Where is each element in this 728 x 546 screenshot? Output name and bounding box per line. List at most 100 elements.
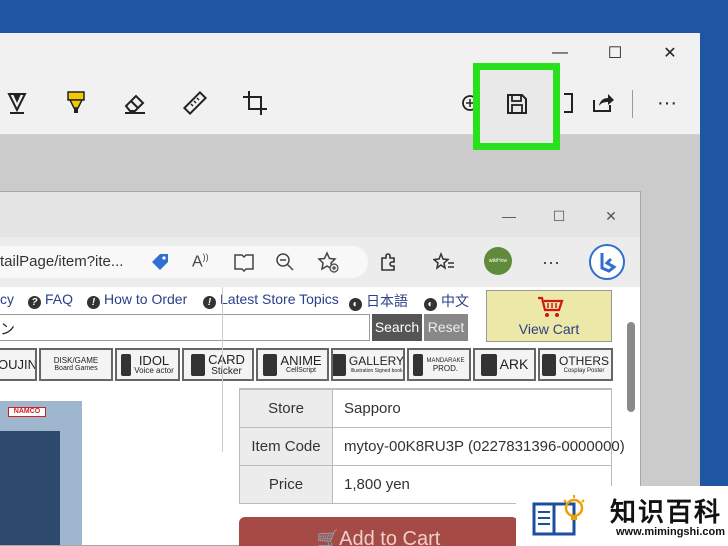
highlighter-icon[interactable] (61, 88, 91, 118)
category-mandarake-prod[interactable]: MANDARAKE PROD. (407, 348, 471, 381)
search-row: ン Search Reset (0, 312, 470, 344)
faq-label: FAQ (45, 291, 74, 307)
japanese-link[interactable]: ◐ 日本語 (349, 291, 408, 311)
price-tag-icon[interactable] (150, 252, 170, 277)
add-favorite-icon[interactable] (317, 251, 339, 278)
category-label: OTHERS (558, 353, 609, 368)
browser-maximize-button[interactable]: ☐ (547, 204, 571, 228)
category-doujin[interactable]: OUJIN (0, 348, 37, 381)
add-to-cart-button[interactable]: 🛒Add to Cart (239, 517, 518, 546)
extensions-icon[interactable] (376, 250, 400, 274)
immersive-reader-icon[interactable] (233, 252, 255, 277)
category-label: ANIME (280, 353, 322, 368)
bing-chat-icon[interactable] (589, 244, 625, 280)
japanese-label: 日本語 (366, 293, 408, 309)
help-icon: ? (28, 296, 41, 309)
toolbar-separator (632, 90, 633, 118)
category-gallery[interactable]: GALLERY Illustration Signed book (331, 348, 405, 381)
browser-close-button[interactable]: ✕ (599, 204, 623, 228)
category-label: DISK/GAME (53, 355, 99, 365)
chinese-link[interactable]: ◐ 中文 (424, 291, 469, 311)
globe-icon: ◐ (349, 298, 362, 311)
category-label: ARK (499, 356, 529, 372)
detail-row-item-code: Item Code mytoy-00K8RU3P (0227831396-000… (239, 428, 625, 466)
book-lightbulb-icon (530, 494, 588, 538)
product-logo: NAMCO (8, 407, 46, 417)
cart-icon: 🛒 (316, 529, 340, 546)
card-icon (191, 353, 206, 376)
info-icon: ! (87, 296, 100, 309)
category-label: OUJIN (0, 357, 37, 372)
category-card[interactable]: CARD Sticker (182, 348, 254, 381)
search-button[interactable]: Search (372, 314, 422, 341)
read-aloud-icon[interactable]: A)) (192, 252, 209, 271)
category-others[interactable]: OTHERS Cosplay Poster (538, 348, 613, 381)
content-divider (222, 287, 223, 452)
category-ark[interactable]: ARK (473, 348, 536, 381)
detail-row-store: Store Sapporo (239, 390, 612, 428)
how-to-order-link[interactable]: ! How to Order (87, 291, 187, 309)
watermark-url: www.mimingshi.com (616, 526, 725, 538)
more-options-button[interactable]: ··· (652, 88, 682, 118)
page-scrollbar[interactable] (627, 322, 635, 412)
category-sublabel: Cosplay Poster (563, 367, 605, 374)
browser-navbar: tailPage/item?ite... A)) wikiHow ··· (0, 237, 640, 287)
category-anime[interactable]: ANIME CellScript (256, 348, 329, 381)
ruler-icon[interactable] (180, 88, 210, 118)
browser-titlebar: — ☐ ✕ (0, 192, 640, 237)
url-text: tailPage/item?ite... (0, 253, 124, 270)
detail-label: Price (240, 466, 333, 503)
close-button[interactable]: ✕ (658, 41, 682, 65)
brush-icon (263, 353, 278, 376)
detail-value: 1,800 yen (344, 476, 410, 493)
watermark-title: 知识百科 (610, 498, 723, 528)
category-sublabel: Sticker (211, 365, 242, 377)
category-label: GALLERY (348, 354, 405, 368)
maximize-button[interactable]: ☐ (603, 41, 627, 65)
others-icon (541, 353, 556, 376)
watermark: 知识百科 www.mimingshi.com (516, 486, 728, 546)
info-icon: ! (203, 296, 216, 309)
ark-icon (480, 353, 497, 376)
browser-more-button[interactable]: ··· (539, 250, 563, 274)
detail-value: Sapporo (344, 400, 401, 417)
eraser-icon[interactable] (120, 88, 150, 118)
faq-link[interactable]: ? FAQ (28, 291, 73, 309)
policy-link[interactable]: cy (0, 291, 14, 307)
category-idol[interactable]: IDOL Voice actor (115, 348, 180, 381)
microphone-icon (121, 353, 132, 376)
category-sublabel: Voice actor (134, 366, 174, 375)
category-disk-game[interactable]: DISK/GAME Board Games (39, 348, 113, 381)
ballpoint-pen-icon[interactable] (2, 88, 32, 118)
crop-icon[interactable] (240, 88, 270, 118)
profile-avatar[interactable]: wikiHow (484, 247, 512, 275)
mandarake-icon (413, 353, 424, 376)
snip-toolbar: ··· (0, 71, 700, 135)
save-icon (505, 92, 529, 121)
latest-store-topics-link[interactable]: ! Latest Store Topics (203, 291, 339, 309)
favorites-icon[interactable] (432, 250, 456, 274)
shopping-cart-icon (536, 295, 564, 324)
reset-button[interactable]: Reset (424, 314, 468, 341)
browser-minimize-button[interactable]: — (497, 204, 521, 228)
detail-label: Store (240, 390, 333, 427)
category-sublabel: CellScript (286, 367, 316, 374)
view-cart-label: View Cart (518, 321, 580, 337)
how-to-order-label: How to Order (104, 291, 188, 307)
category-sublabel: Board Games (54, 364, 98, 372)
snip-titlebar: — ☐ ✕ (0, 33, 700, 71)
minimize-button[interactable]: — (548, 41, 572, 65)
product-image[interactable]: NAMCO (0, 401, 82, 545)
zoom-out-icon[interactable] (275, 252, 295, 277)
address-bar[interactable]: tailPage/item?ite... A)) (0, 246, 368, 278)
latest-store-topics-label: Latest Store Topics (220, 291, 339, 307)
view-cart-button[interactable]: View Cart (486, 290, 612, 342)
gallery-icon (333, 353, 346, 376)
category-label: CARD (208, 351, 245, 367)
search-input[interactable]: ン (0, 314, 370, 341)
save-button[interactable] (473, 63, 560, 150)
category-sublabel: PROD. (432, 363, 459, 373)
share-icon[interactable] (588, 88, 618, 118)
detail-value: mytoy-00K8RU3P (0227831396-0000000) (344, 438, 625, 455)
add-to-cart-label: Add to Cart (339, 528, 441, 546)
